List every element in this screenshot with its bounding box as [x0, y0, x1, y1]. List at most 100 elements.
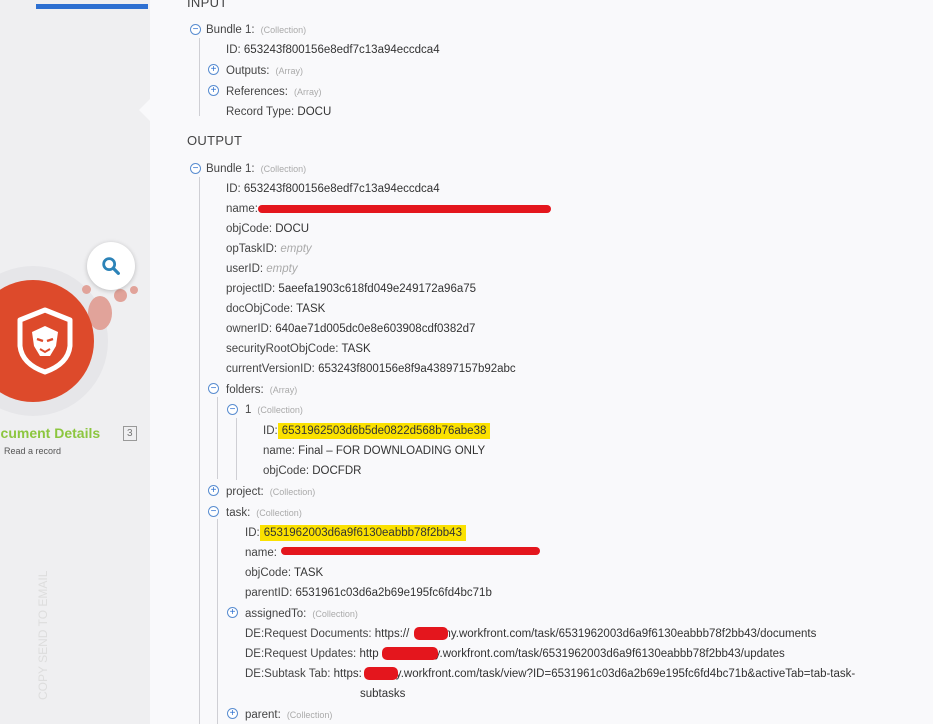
output-objcode-key: objCode:	[226, 223, 273, 235]
output-folder1-type: (Collection)	[257, 405, 303, 415]
output-folder-name-value: Final – FOR DOWNLOADING ONLY	[298, 445, 486, 457]
input-id-value: 653243f800156e8edf7c13a94eccdca4	[243, 44, 440, 56]
output-currentversion-row: currentVersionID: 653243f800156e8f9a4389…	[226, 360, 516, 378]
tree-line	[236, 418, 237, 480]
redaction-mark	[382, 647, 438, 660]
expand-icon[interactable]: +	[208, 85, 219, 96]
output-parent-key: parent:	[245, 709, 281, 721]
collapse-icon[interactable]: −	[208, 506, 219, 517]
output-ownerid-row: ownerID: 640ae71d005dc0e8e603908cdf0382d…	[226, 320, 475, 338]
search-icon	[102, 257, 120, 275]
input-outputs-row: Outputs: (Array)	[226, 62, 303, 80]
output-projectid-row: projectID: 5aeefa1903c618fd049e249172a96…	[226, 280, 476, 298]
output-objcode-row: objCode: DOCU	[226, 220, 309, 238]
output-request-documents-prefix: https://	[374, 628, 410, 640]
output-docobjcode-row: docObjCode: TASK	[226, 300, 325, 318]
bubble-small	[130, 286, 138, 294]
canvas-top-bar	[36, 4, 148, 9]
collapse-icon[interactable]: −	[190, 163, 201, 174]
output-assignedto-type: (Collection)	[312, 609, 358, 619]
input-bundle-type: (Collection)	[260, 25, 307, 35]
output-parent-row: parent: (Collection)	[245, 706, 332, 724]
module-title: ocument Details	[0, 425, 101, 441]
bubble-tiny	[82, 285, 91, 294]
output-securityroot-value: TASK	[341, 343, 371, 355]
expand-icon[interactable]: +	[208, 485, 219, 496]
output-docobjcode-key: docObjCode:	[226, 303, 294, 315]
output-ownerid-key: ownerID:	[226, 323, 273, 335]
output-subtask-tab-continuation: subtasks	[360, 685, 405, 703]
tree-line	[217, 397, 218, 479]
redaction-mark	[281, 547, 540, 555]
output-optaskid-row: opTaskID: empty	[226, 240, 312, 258]
input-record-type-value: DOCU	[297, 106, 332, 118]
output-task-parentid-value: 6531961c03d6a2b69e195fc6fd4bc71b	[295, 587, 492, 599]
output-task-objcode-row: objCode: TASK	[245, 564, 323, 582]
input-record-type-key: Record Type:	[226, 106, 295, 118]
output-bundle-type: (Collection)	[260, 164, 307, 174]
collapse-icon[interactable]: −	[227, 404, 238, 415]
output-request-updates-row: DE:Request Updates: http y.workfront.com/…	[245, 645, 785, 663]
collapse-icon[interactable]: −	[208, 383, 219, 394]
output-task-type: (Collection)	[256, 508, 302, 518]
output-projectid-key: projectID:	[226, 283, 276, 295]
output-folder1-key: 1	[245, 404, 252, 416]
input-references-key: References:	[226, 86, 289, 98]
output-request-documents-key: DE:Request Documents:	[245, 628, 372, 640]
output-task-name-key: name:	[245, 547, 277, 559]
redaction-mark	[364, 667, 398, 680]
output-projectid-value: 5aeefa1903c618fd049e249172a96a75	[278, 283, 477, 295]
tree-line	[199, 38, 200, 116]
output-id-value: 653243f800156e8edf7c13a94eccdca4	[243, 183, 440, 195]
inspect-button[interactable]	[87, 242, 135, 290]
input-bundle-row: Bundle 1: (Collection)	[206, 21, 306, 39]
module-badge: 3	[123, 426, 137, 441]
output-objcode-value: DOCU	[275, 223, 310, 235]
scenario-canvas: ocument Details 3 Read a record COPY SEN…	[0, 0, 150, 724]
tree-line	[199, 177, 200, 724]
output-docobjcode-value: TASK	[296, 303, 326, 315]
output-securityroot-key: securityRootObjCode:	[226, 343, 339, 355]
redaction-mark	[258, 205, 551, 213]
output-request-updates-prefix: http	[359, 648, 379, 660]
input-references-type: (Array)	[294, 87, 322, 97]
bubble-medium	[114, 289, 127, 302]
expand-icon[interactable]: +	[227, 607, 238, 618]
output-currentversion-key: currentVersionID:	[226, 363, 315, 375]
output-ownerid-value: 640ae71d005dc0e8e603908cdf0382d7	[275, 323, 476, 335]
output-project-key: project:	[226, 486, 264, 498]
output-bundle-label: Bundle 1:	[206, 163, 255, 175]
module-subtitle: Read a record	[4, 446, 62, 456]
output-request-documents-row: DE:Request Documents: https:// my.workfro…	[245, 625, 816, 643]
output-folders-row: folders: (Array)	[226, 381, 297, 399]
input-heading: INPUT	[187, 0, 228, 10]
output-request-documents-value: my.workfront.com/task/6531962003d6a9f613…	[441, 628, 817, 640]
output-id-row: ID: 653243f800156e8edf7c13a94eccdca4	[226, 180, 440, 198]
output-folder-id-key: ID:	[263, 425, 278, 437]
output-project-row: project: (Collection)	[226, 483, 315, 501]
output-userid-row: userID: empty	[226, 260, 298, 278]
output-task-parentid-key: parentID:	[245, 587, 293, 599]
output-bundle-row: Bundle 1: (Collection)	[206, 160, 306, 178]
bundle-inspector-panel: INPUT − Bundle 1: (Collection) ID: 653243…	[150, 0, 933, 724]
input-id-row: ID: 653243f800156e8edf7c13a94eccdca4	[226, 41, 440, 59]
output-subtask-tab-prefix: https:	[333, 668, 362, 680]
output-folder-objcode-key: objCode:	[263, 465, 310, 477]
tree-line	[217, 519, 218, 724]
expand-icon[interactable]: +	[227, 708, 238, 719]
input-references-row: References: (Array)	[226, 83, 322, 101]
output-task-objcode-key: objCode:	[245, 567, 292, 579]
expand-icon[interactable]: +	[208, 64, 219, 75]
input-bundle-label: Bundle 1:	[206, 24, 255, 36]
output-folder-objcode-value: DOCFDR	[312, 465, 362, 477]
output-name-key: name:	[226, 203, 258, 215]
output-userid-key: userID:	[226, 263, 264, 275]
output-task-id-key: ID:	[245, 527, 260, 539]
output-folder-objcode-row: objCode: DOCFDR	[263, 462, 361, 480]
collapse-icon[interactable]: −	[190, 24, 201, 35]
output-name-row: name:	[226, 200, 258, 218]
output-folder1-row: 1 (Collection)	[245, 401, 303, 419]
output-userid-value: empty	[266, 263, 298, 275]
output-task-id-value: 6531962003d6a9f6130eabbb78f2bb43	[259, 525, 466, 541]
output-task-id-row: ID: 6531962003d6a9f6130eabbb78f2bb43	[245, 524, 466, 542]
